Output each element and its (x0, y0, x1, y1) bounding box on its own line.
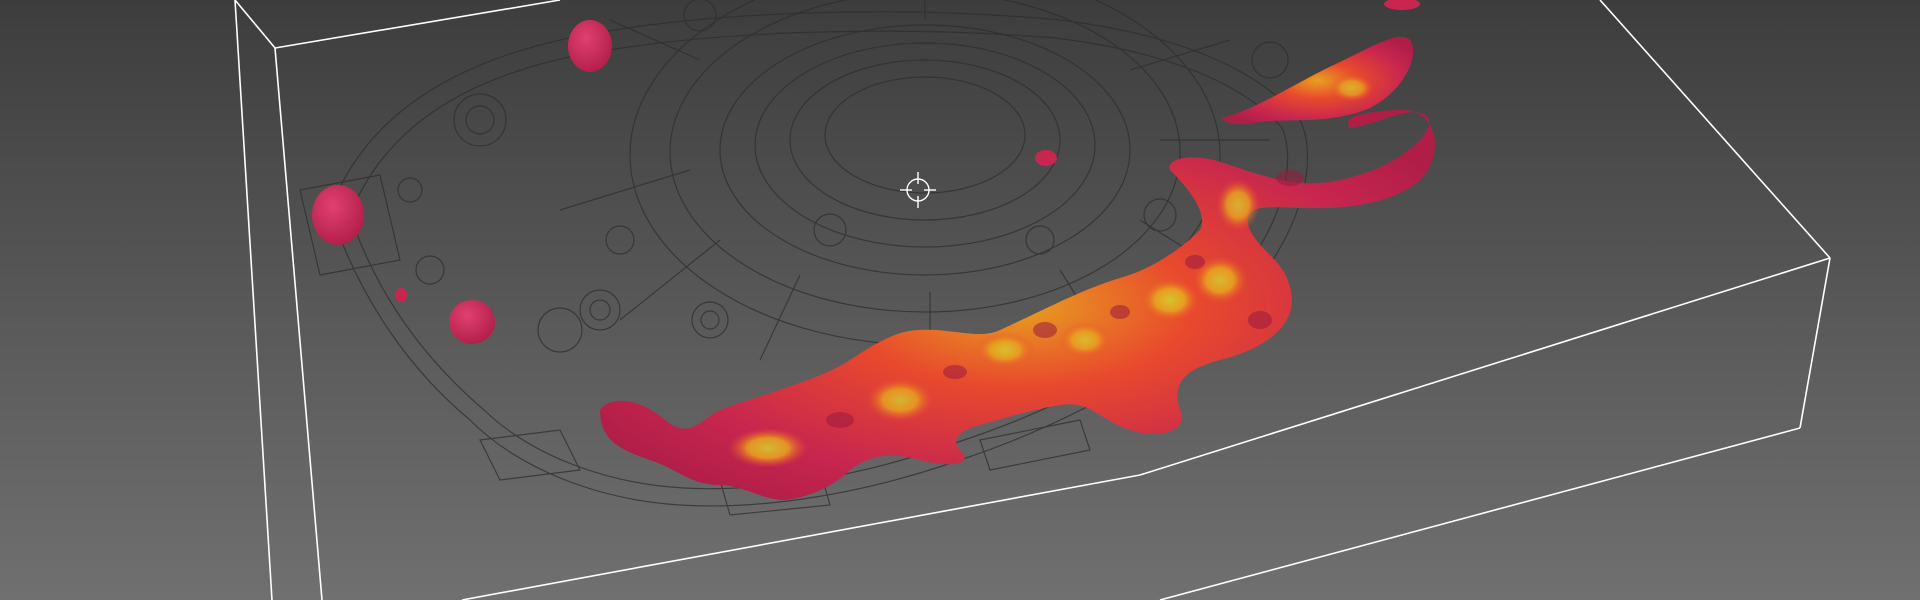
viewport-background (0, 0, 1920, 600)
defect-blob-small (449, 300, 495, 344)
defect-blob-small (568, 20, 612, 72)
defect-blob-small (312, 185, 364, 245)
defect-blob-small (395, 288, 407, 302)
3d-viewport[interactable] (0, 0, 1920, 600)
defect-blob-small (1035, 150, 1057, 166)
viewport-canvas[interactable] (0, 0, 1920, 600)
